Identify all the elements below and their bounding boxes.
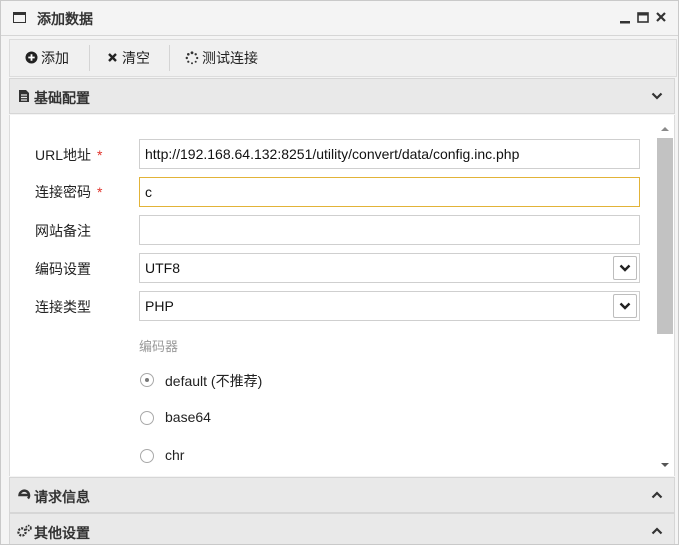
clear-button[interactable]: 清空 (105, 40, 150, 76)
url-label: URL地址 * (35, 147, 103, 163)
type-label: 连接类型 (35, 299, 91, 315)
toolbar-divider (89, 45, 90, 71)
scroll-up-icon[interactable] (656, 123, 673, 135)
scroll-down-icon[interactable] (656, 459, 673, 471)
type-value: PHP (145, 298, 174, 314)
encoding-select[interactable]: UTF8 (139, 253, 640, 283)
add-data-window: 添加数据 添加 清空 测试连接 基础配置 URL地址 * http://192.… (0, 0, 679, 545)
encoder-option-base64[interactable]: base64 (139, 409, 339, 429)
section-other-label: 其他设置 (34, 525, 90, 541)
vertical-scrollbar[interactable] (656, 119, 673, 472)
required-marker: * (97, 184, 103, 200)
toolbar: 添加 清空 测试连接 (9, 39, 677, 77)
password-label: 连接密码 * (35, 184, 103, 200)
encoder-option-chr[interactable]: chr (139, 447, 339, 467)
encoding-label: 编码设置 (35, 261, 91, 277)
password-field[interactable]: c (139, 177, 640, 207)
section-other-header[interactable]: 其他设置 (9, 513, 675, 544)
note-label: 网站备注 (35, 223, 91, 239)
file-icon (17, 89, 31, 103)
plus-circle-icon (24, 40, 38, 76)
chevron-down-icon[interactable] (613, 256, 637, 280)
radio-button[interactable] (140, 449, 154, 463)
spinner-icon (185, 40, 199, 76)
close-icon[interactable] (654, 9, 668, 25)
type-select[interactable]: PHP (139, 291, 640, 321)
add-button[interactable]: 添加 (24, 40, 69, 76)
section-basic-header[interactable]: 基础配置 (9, 78, 675, 114)
chevron-up-icon[interactable] (650, 488, 664, 502)
window-title: 添加数据 (37, 11, 93, 27)
radio-button[interactable] (140, 411, 154, 425)
test-connection-label: 测试连接 (202, 50, 258, 66)
basic-config-panel: URL地址 * http://192.168.64.132:8251/utilit… (9, 115, 675, 476)
gears-icon (17, 524, 32, 538)
chevron-down-icon[interactable] (613, 294, 637, 318)
note-field[interactable] (139, 215, 640, 245)
encoding-value: UTF8 (145, 260, 180, 276)
section-basic-label: 基础配置 (34, 90, 90, 106)
encoder-option-default[interactable]: default (不推荐) (139, 371, 339, 391)
chevron-up-icon[interactable] (650, 524, 664, 538)
window-icon (13, 12, 26, 23)
required-marker: * (97, 147, 103, 163)
minimize-icon[interactable] (618, 9, 632, 25)
add-label: 添加 (41, 50, 69, 66)
encoder-option-label: base64 (165, 409, 211, 425)
e-icon (17, 488, 31, 502)
encoder-option-label: default (不推荐) (165, 373, 263, 389)
radio-selected-dot (145, 378, 149, 382)
maximize-icon[interactable] (636, 9, 650, 25)
x-icon (105, 40, 119, 76)
radio-button[interactable] (140, 373, 154, 387)
chevron-down-icon[interactable] (650, 89, 664, 103)
clear-label: 清空 (122, 50, 150, 66)
toolbar-divider (169, 45, 170, 71)
section-request-label: 请求信息 (34, 489, 90, 505)
encoder-group-label: 编码器 (139, 339, 179, 354)
url-field[interactable]: http://192.168.64.132:8251/utility/conve… (139, 139, 640, 169)
encoder-option-label: chr (165, 447, 185, 463)
scrollbar-thumb[interactable] (657, 138, 673, 334)
section-request-header[interactable]: 请求信息 (9, 477, 675, 513)
test-connection-button[interactable]: 测试连接 (185, 40, 258, 76)
title-bar[interactable]: 添加数据 (1, 1, 678, 36)
